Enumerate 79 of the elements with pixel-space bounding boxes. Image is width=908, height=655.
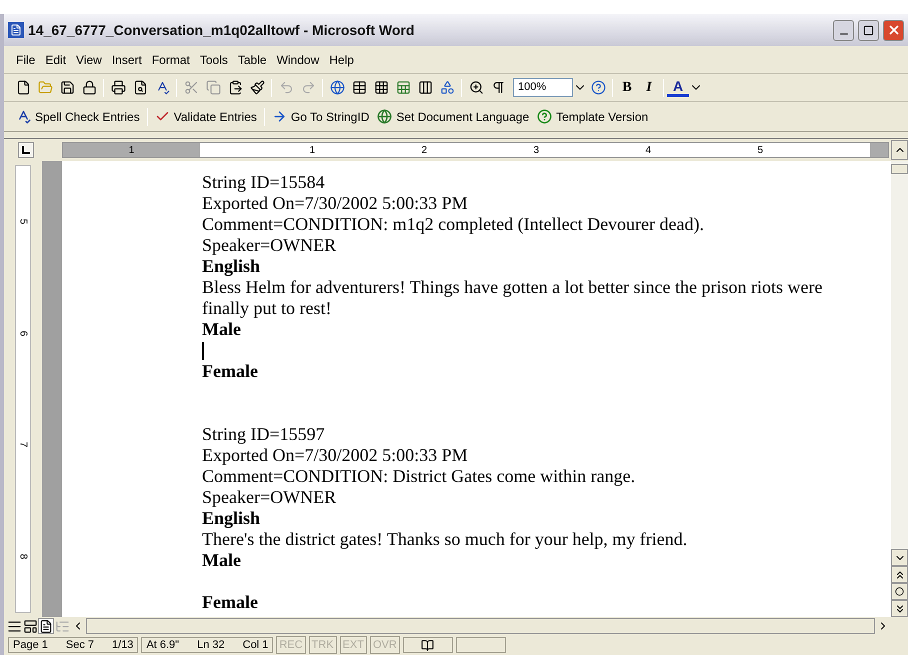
menu-item[interactable]: Insert bbox=[108, 50, 146, 68]
status-panel bbox=[456, 637, 506, 653]
status-item: EXT bbox=[340, 636, 367, 654]
next-page-button[interactable] bbox=[891, 600, 908, 617]
menu-item[interactable]: Tools bbox=[196, 50, 232, 68]
italic-button[interactable]: I bbox=[638, 77, 660, 98]
ruler-number: 5 bbox=[757, 144, 763, 158]
scroll-up-button[interactable] bbox=[891, 140, 908, 160]
ruler-number: 1 bbox=[128, 144, 134, 158]
arrow-icon bbox=[272, 109, 287, 124]
document-text: String ID=15597 bbox=[202, 424, 326, 445]
word-document-icon bbox=[8, 22, 24, 38]
bold-button[interactable]: B bbox=[616, 77, 638, 98]
status-item: Sec 7 bbox=[66, 638, 94, 653]
status-item: TRK bbox=[308, 636, 337, 654]
status-item: Ln 32 bbox=[197, 638, 225, 653]
spell-check-icon bbox=[16, 109, 31, 124]
document-text: String ID=15584 bbox=[202, 172, 326, 193]
document-heading: Male bbox=[202, 319, 241, 340]
toolbar-button[interactable]: Spell Check Entries bbox=[12, 106, 144, 128]
ruler-number: 3 bbox=[533, 144, 539, 158]
close-button[interactable] bbox=[883, 20, 904, 40]
document-text: Speaker=OWNER bbox=[202, 235, 338, 256]
menu-item[interactable]: Edit bbox=[41, 50, 70, 68]
ruler-number: 6 bbox=[16, 330, 30, 336]
scroll-down-button[interactable] bbox=[891, 549, 908, 566]
document-text: Speaker=OWNER bbox=[202, 487, 338, 508]
status-item: REC bbox=[276, 636, 306, 654]
maximize-button[interactable] bbox=[858, 20, 879, 40]
ruler-number: 1 bbox=[309, 144, 315, 158]
document-heading: Male bbox=[202, 550, 241, 571]
menu-item[interactable]: Help bbox=[325, 50, 358, 68]
previous-page-button[interactable] bbox=[891, 566, 908, 583]
tab-stop-icon bbox=[22, 146, 30, 154]
menu-item[interactable]: View bbox=[72, 50, 106, 68]
text-cursor bbox=[202, 342, 204, 360]
toolbar-button[interactable]: Set Document Language bbox=[373, 106, 534, 128]
scroll-thumb[interactable] bbox=[891, 164, 908, 174]
status-item: At 6.9" bbox=[146, 638, 180, 653]
document-heading: Female bbox=[202, 592, 258, 613]
document-text: Bless Helm for adventurers! Things have gotten a lot better since the prison riots were finally put to rest! bbox=[202, 277, 824, 319]
book-icon bbox=[421, 638, 434, 652]
document-heading: English bbox=[202, 508, 260, 529]
toolbar-button[interactable]: Go To StringID bbox=[268, 106, 374, 128]
status-item: Page 1 bbox=[13, 638, 48, 653]
toolbar-button[interactable]: Validate Entries bbox=[150, 106, 261, 128]
ruler-number: 7 bbox=[16, 442, 30, 448]
document-text: Exported On=7/30/2002 5:00:33 PM bbox=[202, 445, 469, 466]
print-view-icon[interactable] bbox=[38, 618, 54, 634]
status-item: 1/13 bbox=[112, 638, 134, 653]
menu-item[interactable]: Window bbox=[272, 50, 324, 68]
tab-stop-button[interactable] bbox=[18, 142, 34, 158]
status-item: OVR bbox=[370, 636, 400, 654]
document-text: There's the district gates! Thanks so much for your help, my friend. bbox=[202, 529, 688, 550]
document-text: Exported On=7/30/2002 5:00:33 PM bbox=[202, 193, 469, 214]
document-heading: English bbox=[202, 256, 260, 277]
globe-icon bbox=[377, 109, 392, 124]
document-text: Comment=CONDITION: m1q2 completed (Intellect Devourer dead). bbox=[202, 214, 706, 235]
ruler-number: 2 bbox=[421, 144, 427, 158]
help-icon bbox=[537, 109, 552, 124]
ruler-number: 4 bbox=[645, 144, 651, 158]
ruler-number: 5 bbox=[16, 218, 30, 225]
maximize-icon bbox=[863, 24, 874, 36]
document-text: Comment=CONDITION: District Gates come within range. bbox=[202, 466, 636, 487]
menu-item[interactable]: Table bbox=[234, 50, 271, 68]
toolbar-button[interactable]: Template Version bbox=[533, 106, 652, 128]
ruler-number: 8 bbox=[16, 553, 30, 560]
close-icon bbox=[886, 23, 900, 37]
browse-object-button[interactable] bbox=[891, 583, 908, 600]
web-view-icon[interactable] bbox=[22, 618, 38, 634]
status-item: Col 1 bbox=[242, 638, 268, 653]
menu-item[interactable]: Format bbox=[148, 50, 194, 68]
zoom-field[interactable]: 100% bbox=[513, 78, 573, 97]
circle-icon bbox=[895, 587, 904, 596]
menu-item[interactable]: File bbox=[12, 50, 40, 68]
window-title: 14_67_6777_Conversation_m1q02alltowf - Microsoft Word bbox=[28, 20, 416, 40]
font-color-button[interactable]: A bbox=[667, 78, 689, 96]
ruler-margin bbox=[870, 143, 888, 157]
document-heading: Female bbox=[202, 361, 258, 382]
